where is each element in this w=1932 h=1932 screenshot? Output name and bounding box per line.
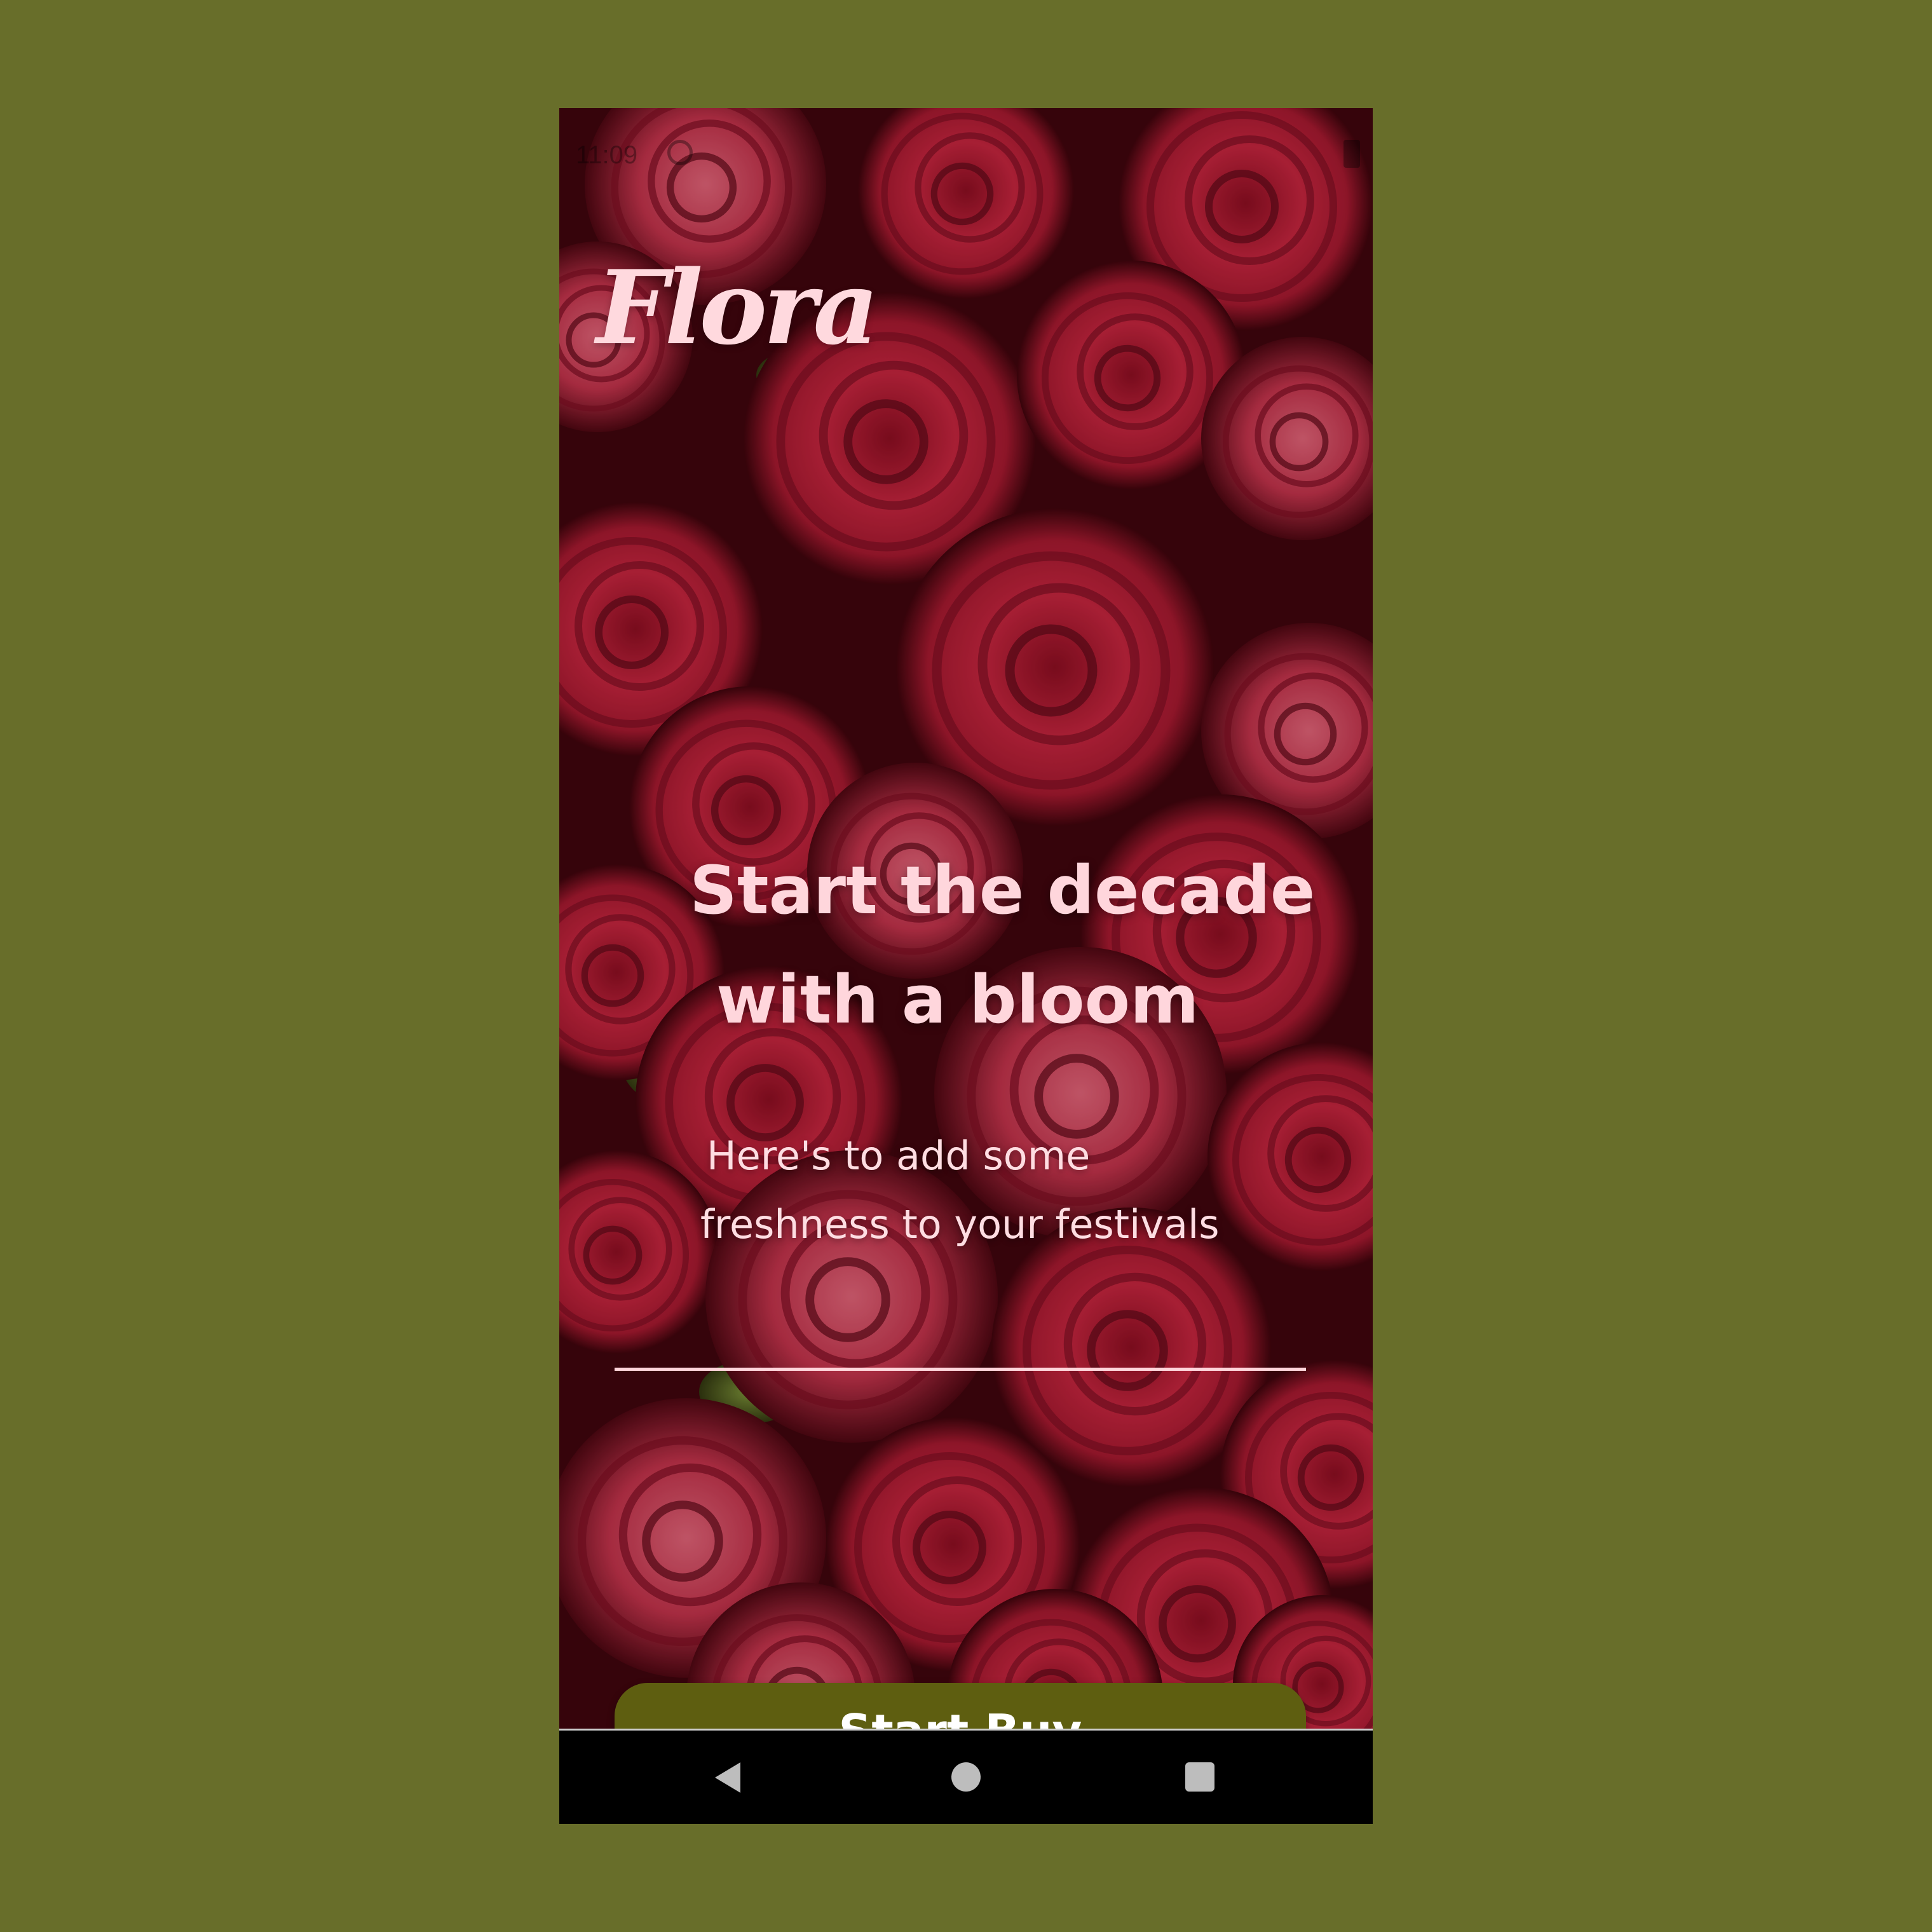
battery-icon	[1344, 140, 1360, 168]
subtext-line-1: Here's to add some	[707, 1133, 1091, 1179]
app-logo: Flora	[596, 248, 879, 367]
headline-line-1: Start the decade	[690, 852, 1316, 929]
hero-subtext: Here's to add some freshness to your fes…	[700, 1122, 1317, 1259]
recents-icon[interactable]	[1185, 1762, 1214, 1792]
status-bar: 11:09	[559, 108, 1373, 203]
wifi-icon	[1271, 140, 1296, 165]
back-icon[interactable]	[715, 1762, 740, 1793]
home-icon[interactable]	[951, 1762, 981, 1792]
phone-frame: 11:09 Flora Start the decade with a bloo…	[559, 108, 1373, 1824]
status-time: 11:09	[576, 141, 638, 169]
system-nav-bar	[559, 1729, 1373, 1824]
divider-line	[615, 1368, 1306, 1371]
signal-icon	[1303, 140, 1328, 165]
splash-screen: 11:09 Flora Start the decade with a bloo…	[559, 108, 1373, 1729]
subtext-line-2: freshness to your festivals	[700, 1201, 1220, 1248]
start-buy-button[interactable]: Start Buy	[615, 1683, 1306, 1729]
hero-headline: Start the decade with a bloom	[690, 836, 1325, 1054]
headline-line-2: with a bloom	[716, 961, 1199, 1038]
notification-icon	[667, 140, 693, 165]
